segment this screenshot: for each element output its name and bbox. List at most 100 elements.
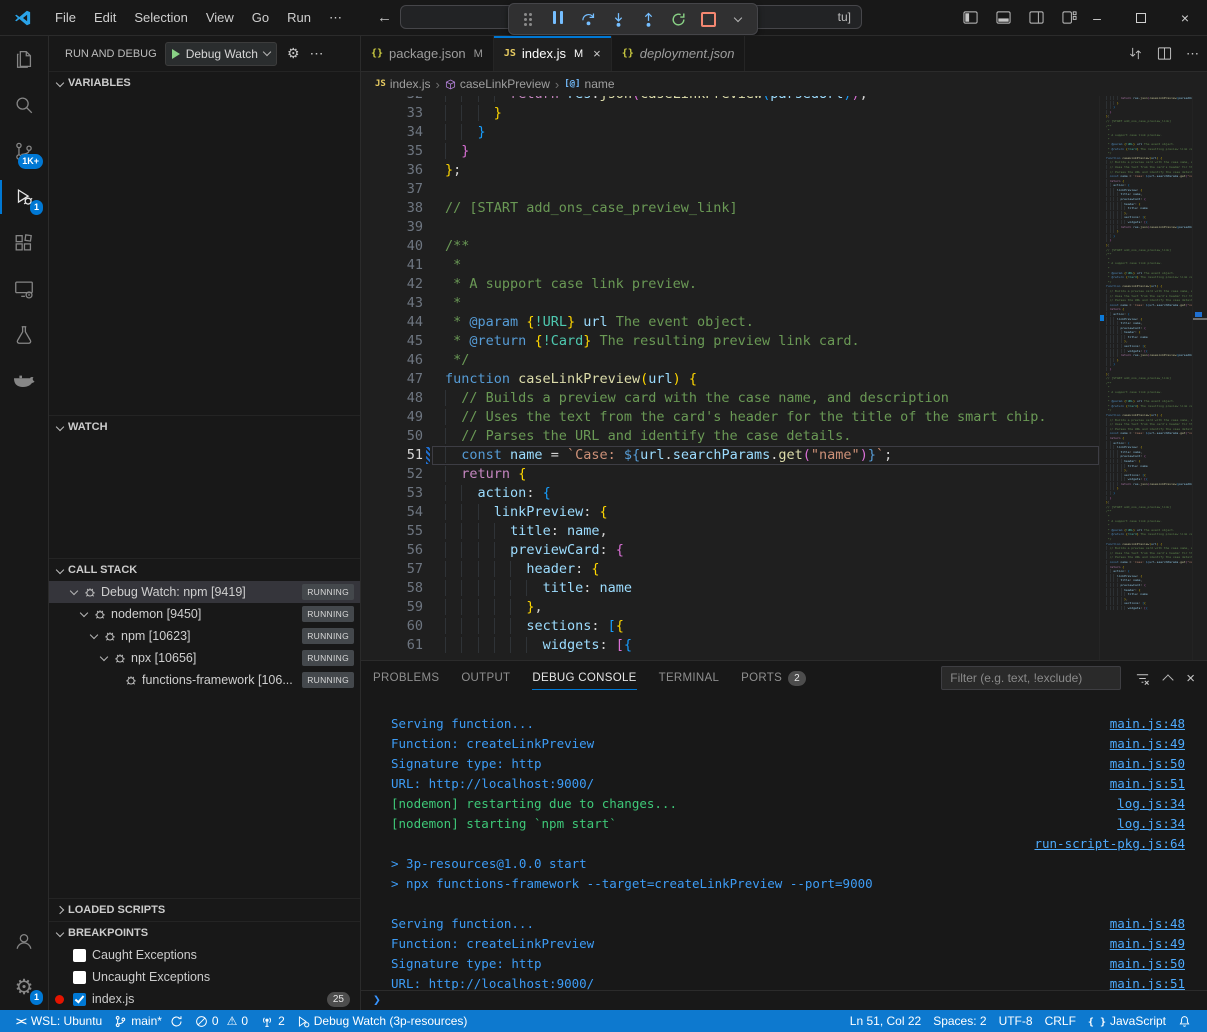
- step-into-icon[interactable]: [605, 7, 631, 31]
- toggle-primary-sidebar-icon[interactable]: [963, 10, 978, 25]
- more-actions-icon[interactable]: ⋯: [310, 45, 324, 62]
- code-line[interactable]: 44 * @param {!URL} url The event object.: [361, 313, 1099, 332]
- tab-package.json[interactable]: {}package.jsonM: [361, 36, 494, 71]
- breakpoint-checkbox[interactable]: [73, 971, 86, 984]
- activity-accounts-icon[interactable]: [0, 918, 48, 964]
- code-line[interactable]: 43 *: [361, 294, 1099, 313]
- breakpoint-item[interactable]: Caught Exceptions: [49, 944, 360, 966]
- code-line[interactable]: 55 title: name,: [361, 522, 1099, 541]
- code-line[interactable]: 60 sections: [{: [361, 617, 1099, 636]
- menu-run[interactable]: Run: [278, 6, 320, 29]
- source-link[interactable]: main.js:51: [1110, 776, 1185, 791]
- code-line[interactable]: 34 }: [361, 123, 1099, 142]
- call-stack-frame[interactable]: npm [10623]RUNNING: [49, 625, 360, 647]
- activity-extensions-icon[interactable]: [0, 220, 48, 266]
- code-line[interactable]: 49 // Uses the text from the card's head…: [361, 408, 1099, 427]
- code-line[interactable]: 42 * A support case link preview.: [361, 275, 1099, 294]
- close-panel-icon[interactable]: ×: [1186, 670, 1195, 687]
- source-link[interactable]: main.js:50: [1110, 956, 1185, 971]
- status-spaces-2[interactable]: Spaces: 2: [927, 1010, 992, 1032]
- code-line[interactable]: 40/**: [361, 237, 1099, 256]
- pause-icon[interactable]: [545, 7, 571, 31]
- dropdown-icon[interactable]: [725, 7, 751, 31]
- source-link[interactable]: main.js:49: [1110, 936, 1185, 951]
- breadcrumb-item-index.js[interactable]: JSindex.js: [375, 77, 431, 91]
- status-ln-51-col-22[interactable]: Ln 51, Col 22: [844, 1010, 927, 1032]
- toggle-panel-icon[interactable]: [996, 10, 1011, 25]
- source-link[interactable]: main.js:50: [1110, 756, 1185, 771]
- panel-tab-ports[interactable]: PORTS2: [741, 661, 805, 695]
- code-line[interactable]: 46 */: [361, 351, 1099, 370]
- console-filter-input[interactable]: [941, 666, 1121, 690]
- debug-console-output[interactable]: Serving function...main.js:48Function: c…: [361, 695, 1207, 990]
- status-crlf[interactable]: CRLF: [1039, 1010, 1082, 1032]
- breadcrumb-item-caseLinkPreview[interactable]: caseLinkPreview: [445, 77, 550, 91]
- step-over-icon[interactable]: [575, 7, 601, 31]
- code-line[interactable]: 39: [361, 218, 1099, 237]
- minimap[interactable]: return res.json(caseLinkPreview(parsedUr…: [1099, 96, 1192, 660]
- source-link[interactable]: log.js:34: [1117, 796, 1185, 811]
- toggle-secondary-sidebar-icon[interactable]: [1029, 10, 1044, 25]
- panel-tab-problems[interactable]: PROBLEMS: [373, 661, 439, 695]
- source-link[interactable]: main.js:49: [1110, 736, 1185, 751]
- section-loaded-scripts[interactable]: LOADED SCRIPTS: [49, 898, 360, 921]
- source-link[interactable]: run-script-pkg.js:64: [1034, 836, 1185, 851]
- tab-index.js[interactable]: JSindex.jsM×: [494, 36, 612, 71]
- code-line[interactable]: 38// [START add_ons_case_preview_link]: [361, 199, 1099, 218]
- code-line[interactable]: 57 header: {: [361, 560, 1099, 579]
- drag-grip-icon[interactable]: [515, 7, 541, 31]
- close-tab-icon[interactable]: ×: [593, 46, 601, 61]
- call-stack-frame[interactable]: functions-framework [106...RUNNING: [49, 669, 360, 691]
- activity-remote-explorer-icon[interactable]: [0, 266, 48, 312]
- panel-tab-terminal[interactable]: TERMINAL: [659, 661, 720, 695]
- code-line[interactable]: 45 * @return {!Card} The resulting previ…: [361, 332, 1099, 351]
- code-line[interactable]: 37: [361, 180, 1099, 199]
- source-link[interactable]: main.js:48: [1110, 916, 1185, 931]
- activity-docker-icon[interactable]: [0, 358, 48, 404]
- menu-go[interactable]: Go: [243, 6, 278, 29]
- activity-source-control-icon[interactable]: 1K+: [0, 128, 48, 174]
- call-stack-frame[interactable]: npx [10656]RUNNING: [49, 647, 360, 669]
- activity-search-icon[interactable]: [0, 82, 48, 128]
- restart-icon[interactable]: [665, 7, 691, 31]
- menu-more[interactable]: ⋯: [320, 6, 351, 30]
- code-line[interactable]: 52 return {: [361, 465, 1099, 484]
- maximize-panel-icon[interactable]: [1163, 674, 1174, 685]
- launch-config-dropdown[interactable]: Debug Watch: [165, 42, 277, 66]
- code-area[interactable]: 32 return res.json(caseLinkPreview(parse…: [361, 96, 1099, 660]
- panel-tab-debug-console[interactable]: DEBUG CONSOLE: [532, 661, 636, 695]
- status-item[interactable]: [1172, 1010, 1197, 1032]
- menu-edit[interactable]: Edit: [85, 6, 125, 29]
- code-line[interactable]: 59 },: [361, 598, 1099, 617]
- code-line[interactable]: 56 previewCard: {: [361, 541, 1099, 560]
- menu-selection[interactable]: Selection: [125, 6, 196, 29]
- source-link[interactable]: main.js:48: [1110, 716, 1185, 731]
- panel-tab-output[interactable]: OUTPUT: [461, 661, 510, 695]
- code-line[interactable]: 61 widgets: [{: [361, 636, 1099, 655]
- code-line[interactable]: 41 *: [361, 256, 1099, 275]
- code-line[interactable]: 50 // Parses the URL and identify the ca…: [361, 427, 1099, 446]
- tab-deployment.json[interactable]: {}deployment.json: [612, 36, 746, 71]
- activity-explorer-icon[interactable]: [0, 36, 48, 82]
- status-utf-8[interactable]: UTF-8: [993, 1010, 1039, 1032]
- breadcrumb-item-name[interactable]: [@]name: [564, 77, 614, 91]
- code-line[interactable]: 54 linkPreview: {: [361, 503, 1099, 522]
- code-line[interactable]: 47function caseLinkPreview(url) {: [361, 370, 1099, 389]
- overview-ruler[interactable]: [1192, 96, 1207, 660]
- code-line[interactable]: 35 }: [361, 142, 1099, 161]
- filter-icon[interactable]: [1135, 671, 1150, 686]
- minimize-button[interactable]: –: [1075, 0, 1119, 35]
- activity-testing-icon[interactable]: [0, 312, 48, 358]
- editor-more-actions-icon[interactable]: ⋯: [1186, 46, 1199, 62]
- status-debug-watch-3p-resources-[interactable]: Debug Watch (3p-resources): [291, 1010, 474, 1032]
- source-link[interactable]: log.js:34: [1117, 816, 1185, 831]
- code-line[interactable]: 33 }: [361, 104, 1099, 123]
- source-link[interactable]: main.js:51: [1110, 976, 1185, 991]
- code-line[interactable]: 32 return res.json(caseLinkPreview(parse…: [361, 96, 1099, 104]
- breakpoint-checkbox[interactable]: [73, 993, 86, 1006]
- code-line[interactable]: 36};: [361, 161, 1099, 180]
- code-line[interactable]: 48 // Builds a preview card with the cas…: [361, 389, 1099, 408]
- code-line[interactable]: 51 const name = `Case: ${url.searchParam…: [361, 446, 1099, 465]
- status-javascript[interactable]: { }JavaScript: [1082, 1010, 1172, 1032]
- open-changes-icon[interactable]: [1128, 46, 1143, 61]
